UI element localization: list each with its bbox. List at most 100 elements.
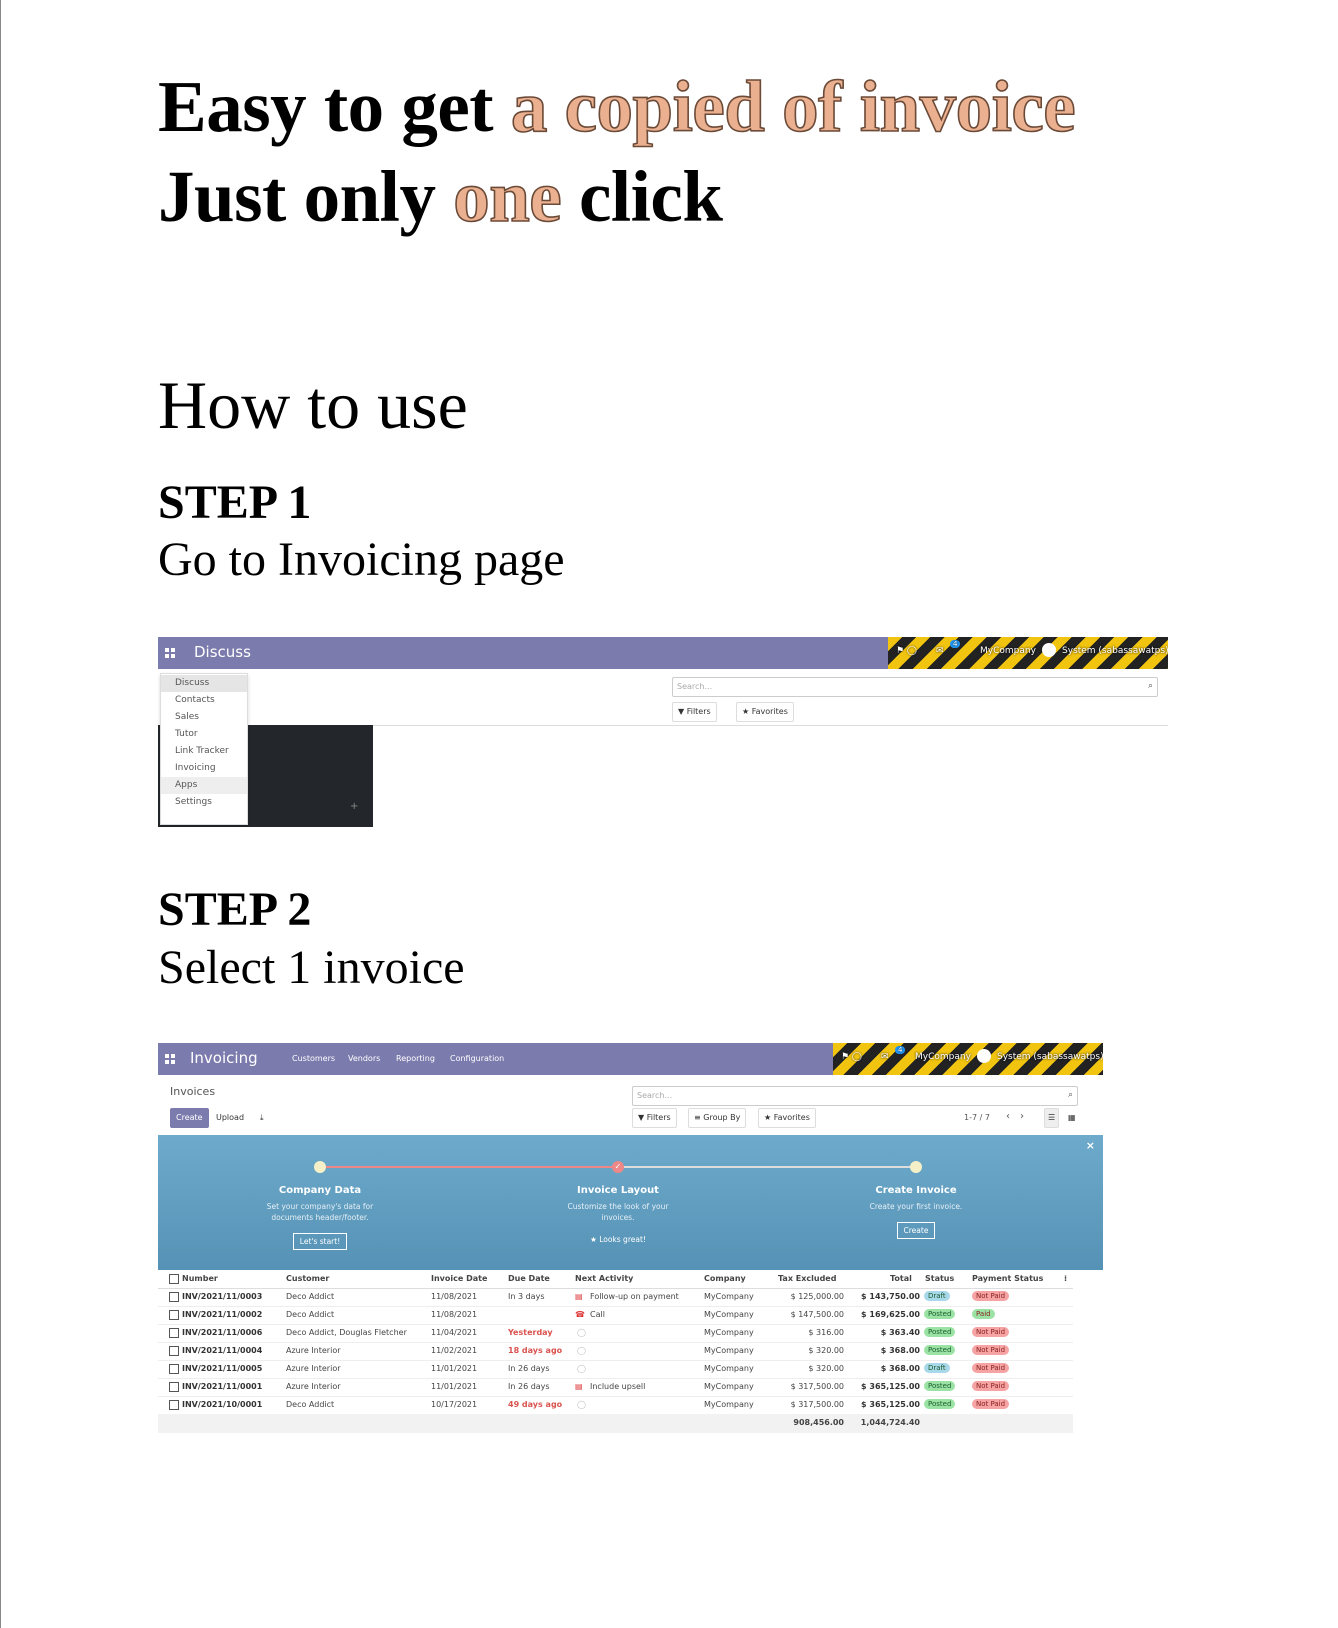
table-row[interactable]: INV/2021/11/0001 Azure Interior 11/01/20… [158,1378,1073,1397]
menu-item-link-tracker[interactable]: Link Tracker [175,746,229,756]
headline-text: Just only [158,156,454,237]
col-number[interactable]: Number [182,1274,218,1283]
col-invoice-date[interactable]: Invoice Date [431,1274,487,1283]
activity-icon[interactable]: ▤ [575,1382,583,1391]
table-row[interactable]: INV/2021/11/0003 Deco Addict 11/08/2021 … [158,1288,1073,1307]
menu-item-apps[interactable]: Apps [175,780,197,790]
company-switcher[interactable]: MyCompany [915,1052,971,1062]
col-status[interactable]: Status [925,1274,954,1283]
pager-next-icon[interactable]: › [1020,1111,1024,1122]
messages-icon[interactable]: ✉ [881,1052,889,1062]
row-checkbox[interactable] [169,1328,179,1338]
col-due-date[interactable]: Due Date [508,1274,550,1283]
menu-item-invoicing[interactable]: Invoicing [175,763,216,773]
avatar[interactable] [977,1049,991,1063]
step2-description: Select 1 invoice [158,941,465,994]
table-row[interactable]: INV/2021/11/0005 Azure Interior 11/01/20… [158,1360,1073,1379]
row-checkbox[interactable] [169,1364,179,1374]
sum-tax-excluded: 908,456.00 [793,1418,844,1427]
company-switcher[interactable]: MyCompany [980,646,1036,656]
column-options-icon[interactable]: ⁞ [1064,1274,1067,1283]
step-create-invoice: Create Invoice Create your first invoice… [836,1185,996,1239]
favorites-button[interactable]: ★ Favorites [736,702,794,722]
nav-configuration[interactable]: Configuration [450,1054,504,1063]
col-company[interactable]: Company [704,1274,746,1283]
cell-total: $ 368.00 [880,1364,920,1373]
col-next-activity[interactable]: Next Activity [575,1274,633,1283]
nav-customers[interactable]: Customers [292,1054,335,1063]
filters-button[interactable]: ▼ Filters [672,702,717,722]
activity-bell-icon[interactable]: ⚑ ◯ [896,646,917,656]
activity-icon[interactable]: ▤ [575,1292,583,1301]
headline-text: Easy to get [158,66,511,147]
apps-menu-icon[interactable] [165,648,175,658]
menu-item-contacts[interactable]: Contacts [175,695,215,705]
cell-number: INV/2021/11/0001 [182,1382,263,1391]
schedule-activity-icon[interactable]: ◯ [577,1328,586,1337]
col-payment-status[interactable]: Payment Status [972,1274,1043,1283]
progress-line-done [320,1166,618,1168]
user-menu[interactable]: System (sabassawatps) [997,1052,1103,1062]
group-by-button[interactable]: ≡ Group By [688,1108,747,1128]
table-row[interactable]: INV/2021/11/0004 Azure Interior 11/02/20… [158,1342,1073,1361]
app-name[interactable]: Discuss [194,643,251,661]
status-badge: Posted [924,1309,956,1319]
pager-value[interactable]: 1-7 / 7 [964,1113,990,1122]
user-menu[interactable]: System (sabassawatps) [1062,646,1168,656]
row-checkbox[interactable] [169,1310,179,1320]
table-row[interactable]: INV/2021/11/0006 Deco Addict, Douglas Fl… [158,1324,1073,1343]
favorites-button[interactable]: ★ Favorites [758,1108,816,1128]
table-row[interactable]: INV/2021/10/0001 Deco Addict 10/17/2021 … [158,1396,1073,1415]
table-row[interactable]: INV/2021/11/0002 Deco Addict 11/08/2021 … [158,1306,1073,1325]
col-total[interactable]: Total [890,1274,912,1283]
row-checkbox[interactable] [169,1400,179,1410]
search-icon[interactable]: ⌕ [1148,681,1153,691]
cell-number: INV/2021/11/0004 [182,1346,263,1355]
row-checkbox[interactable] [169,1292,179,1302]
col-tax-excluded[interactable]: Tax Excluded [778,1274,836,1283]
filters-button[interactable]: ▼ Filters [632,1108,677,1128]
lets-start-button[interactable]: Let's start! [292,1233,348,1250]
cell-next-activity[interactable]: Follow-up on payment [590,1292,679,1301]
menu-item-discuss[interactable]: Discuss [175,678,209,688]
dropdown-hover-bg [161,777,247,794]
banner-create-button[interactable]: Create [896,1222,936,1239]
app-name[interactable]: Invoicing [190,1049,258,1067]
cell-invoice-date: 11/08/2021 [431,1310,478,1319]
select-all-checkbox[interactable] [169,1274,179,1284]
kanban-view-icon[interactable]: ▦ [1064,1108,1080,1128]
search-input[interactable]: Search... ⌕ [672,677,1158,697]
menu-item-sales[interactable]: Sales [175,712,199,722]
message-count-badge: 4 [895,1046,906,1054]
menu-item-settings[interactable]: Settings [175,797,212,807]
nav-vendors[interactable]: Vendors [348,1054,380,1063]
add-channel-icon[interactable]: + [350,801,358,812]
schedule-activity-icon[interactable]: ◯ [577,1400,586,1409]
cell-next-activity[interactable]: Include upsell [590,1382,645,1391]
pager-prev-icon[interactable]: ‹ [1006,1111,1010,1122]
breadcrumb[interactable]: Invoices [170,1085,215,1098]
col-customer[interactable]: Customer [286,1274,329,1283]
list-view-icon[interactable]: ☰ [1044,1108,1060,1128]
cell-next-activity[interactable]: Call [590,1310,605,1319]
cell-number: INV/2021/10/0001 [182,1400,263,1409]
apps-menu-icon[interactable] [165,1054,175,1064]
search-input[interactable]: Search... ⌕ [632,1086,1078,1106]
activity-bell-icon[interactable]: ⚑ ◯ [841,1052,862,1062]
schedule-activity-icon[interactable]: ◯ [577,1346,586,1355]
close-banner-icon[interactable]: × [1086,1139,1095,1152]
avatar[interactable] [1042,643,1056,657]
headline-text: click [561,156,723,237]
activity-icon[interactable]: ☎ [575,1310,585,1319]
messages-icon[interactable]: ✉ [936,646,944,656]
create-button[interactable]: Create [170,1108,209,1128]
download-icon[interactable]: ⤓ [254,1108,270,1128]
nav-reporting[interactable]: Reporting [396,1054,435,1063]
schedule-activity-icon[interactable]: ◯ [577,1364,586,1373]
row-checkbox[interactable] [169,1346,179,1356]
looks-great-text: Looks great! [599,1235,646,1244]
menu-item-tutor[interactable]: Tutor [175,729,198,739]
upload-button[interactable]: Upload [210,1108,251,1128]
row-checkbox[interactable] [169,1382,179,1392]
search-icon[interactable]: ⌕ [1068,1090,1073,1100]
